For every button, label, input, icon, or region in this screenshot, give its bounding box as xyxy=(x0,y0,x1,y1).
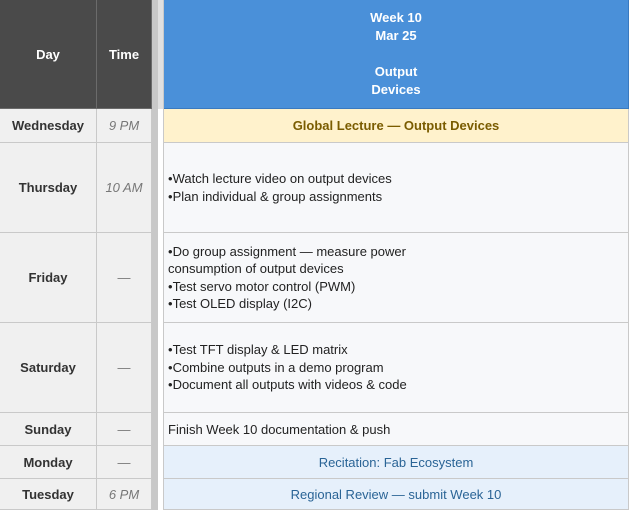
day-label: Thursday xyxy=(18,180,78,195)
task-text: Finish Week 10 documentation & push xyxy=(168,421,391,437)
day-label: Friday xyxy=(28,270,68,285)
day-label: Saturday xyxy=(20,360,76,375)
week-topic-line1: Output xyxy=(374,64,418,79)
week-column-header[interactable]: Week 10 Mar 25 Output Devices xyxy=(164,0,629,109)
review-cell[interactable]: Regional Review — submit Week 10 xyxy=(164,479,629,510)
task-item-continuation: consumption of output devices xyxy=(168,261,344,276)
time-cell-saturday: — xyxy=(97,323,152,413)
task-list: Do group assignment — measure power cons… xyxy=(168,243,406,313)
task-list: Watch lecture video on output devices Pl… xyxy=(168,170,392,205)
day-column-header: Day xyxy=(0,0,97,109)
schedule-table: Day Time Week 10 Mar 25 Output Devices W… xyxy=(0,0,629,510)
time-cell-thursday: 10 AM xyxy=(97,143,152,233)
day-label: Monday xyxy=(23,454,73,470)
task-cell-friday[interactable]: Do group assignment — measure power cons… xyxy=(164,233,629,323)
task-cell-thursday[interactable]: Watch lecture video on output devices Pl… xyxy=(164,143,629,233)
task-item: Combine outputs in a demo program xyxy=(168,359,407,377)
task-cell-saturday[interactable]: Test TFT display & LED matrix Combine ou… xyxy=(164,323,629,413)
time-header-label: Time xyxy=(108,46,140,62)
day-cell-saturday: Saturday xyxy=(0,323,97,413)
lecture-label: Global Lecture — Output Devices xyxy=(292,118,500,133)
week-topic-line2: Devices xyxy=(371,82,421,97)
time-label: — xyxy=(117,270,131,285)
day-cell-monday: Monday xyxy=(0,446,97,479)
day-label: Wednesday xyxy=(11,118,84,133)
recitation-cell[interactable]: Recitation: Fab Ecosystem xyxy=(164,446,629,479)
day-cell-wednesday: Wednesday xyxy=(0,109,97,143)
week-date: Mar 25 xyxy=(375,28,417,43)
time-cell-tuesday: 6 PM xyxy=(97,479,152,510)
time-label: — xyxy=(117,454,131,470)
time-label: — xyxy=(117,360,131,375)
day-cell-sunday: Sunday xyxy=(0,413,97,446)
day-label: Sunday xyxy=(24,421,72,437)
time-label: 6 PM xyxy=(108,486,140,502)
day-cell-thursday: Thursday xyxy=(0,143,97,233)
time-label: — xyxy=(117,421,131,437)
time-label: 10 AM xyxy=(105,180,143,195)
task-item: Document all outputs with videos & code xyxy=(168,376,407,394)
task-item: Do group assignment — measure power xyxy=(168,243,406,261)
time-cell-monday: — xyxy=(97,446,152,479)
time-cell-friday: — xyxy=(97,233,152,323)
week-number: Week 10 xyxy=(370,10,422,25)
task-item: Test servo motor control (PWM) xyxy=(168,278,406,296)
day-cell-friday: Friday xyxy=(0,233,97,323)
review-label: Regional Review — submit Week 10 xyxy=(290,486,502,502)
task-item: Plan individual & group assignments xyxy=(168,188,392,206)
time-column-header: Time xyxy=(97,0,152,109)
time-label: 9 PM xyxy=(108,118,140,133)
task-list: Test TFT display & LED matrix Combine ou… xyxy=(168,341,407,394)
task-item: Test OLED display (I2C) xyxy=(168,295,406,313)
frozen-column-divider[interactable] xyxy=(152,0,158,510)
lecture-cell[interactable]: Global Lecture — Output Devices xyxy=(164,109,629,143)
task-cell-sunday[interactable]: Finish Week 10 documentation & push xyxy=(164,413,629,446)
day-header-label: Day xyxy=(36,46,60,62)
recitation-label: Recitation: Fab Ecosystem xyxy=(318,454,474,470)
time-cell-sunday: — xyxy=(97,413,152,446)
day-label: Tuesday xyxy=(22,486,74,502)
time-cell-wednesday: 9 PM xyxy=(97,109,152,143)
day-cell-tuesday: Tuesday xyxy=(0,479,97,510)
task-item: Watch lecture video on output devices xyxy=(168,170,392,188)
task-item: Test TFT display & LED matrix xyxy=(168,341,407,359)
